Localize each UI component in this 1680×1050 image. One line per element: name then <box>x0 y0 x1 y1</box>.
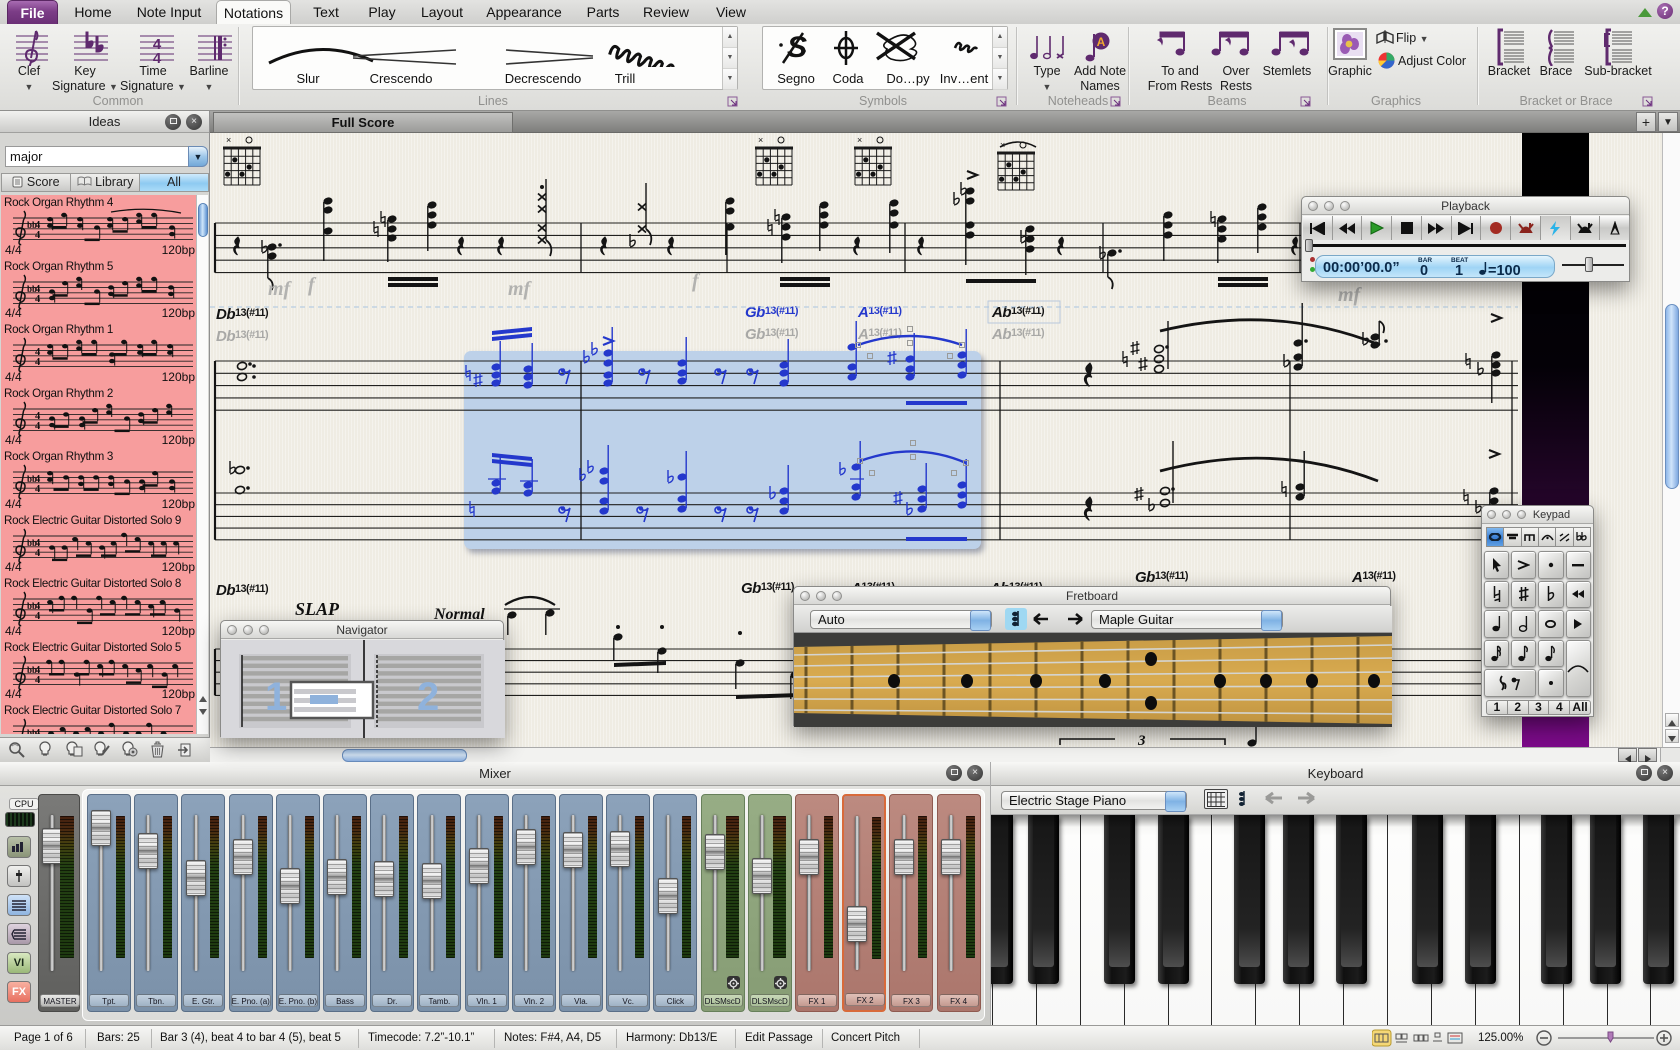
svg-text:Gb13(#11): Gb13(#11) <box>745 326 799 343</box>
svg-text:×: × <box>758 135 763 145</box>
svg-text:4: 4 <box>35 230 41 241</box>
svg-text:4: 4 <box>35 484 41 495</box>
svg-text:Ab13(#11): Ab13(#11) <box>991 304 1045 321</box>
svg-text:4: 4 <box>35 611 41 622</box>
svg-text:2: 2 <box>417 675 439 719</box>
svg-text:4: 4 <box>35 421 41 432</box>
svg-text:4: 4 <box>35 294 41 305</box>
svg-text:Gb13(#11): Gb13(#11) <box>741 580 795 597</box>
svg-text:f: f <box>692 270 701 292</box>
svg-text:f: f <box>308 274 317 296</box>
svg-text:4: 4 <box>35 548 41 559</box>
svg-text:3: 3 <box>1137 733 1146 747</box>
svg-text:A13(#11): A13(#11) <box>1351 569 1396 586</box>
svg-text:mf: mf <box>1338 284 1363 306</box>
svg-text:×: × <box>226 135 231 145</box>
svg-text:S: S <box>787 31 807 64</box>
svg-text:Ab13(#11): Ab13(#11) <box>991 326 1045 343</box>
svg-text:Db13(#11): Db13(#11) <box>216 582 269 599</box>
svg-text:A: A <box>1097 35 1106 49</box>
svg-text:×: × <box>857 135 862 145</box>
svg-text:4: 4 <box>153 50 162 66</box>
svg-text:SLAP: SLAP <box>295 599 340 619</box>
svg-text:mf: mf <box>268 278 293 300</box>
svg-text:Gb13(#11): Gb13(#11) <box>1135 569 1189 586</box>
svg-text:4: 4 <box>35 357 41 368</box>
svg-text:mf: mf <box>508 278 533 300</box>
svg-text:4: 4 <box>35 728 41 734</box>
svg-text:1: 1 <box>265 675 287 719</box>
svg-text:A13(#11): A13(#11) <box>857 326 902 343</box>
svg-text:Db13(#11): Db13(#11) <box>216 328 269 345</box>
svg-text:4: 4 <box>35 675 41 686</box>
svg-text:Db13(#11): Db13(#11) <box>216 306 269 323</box>
